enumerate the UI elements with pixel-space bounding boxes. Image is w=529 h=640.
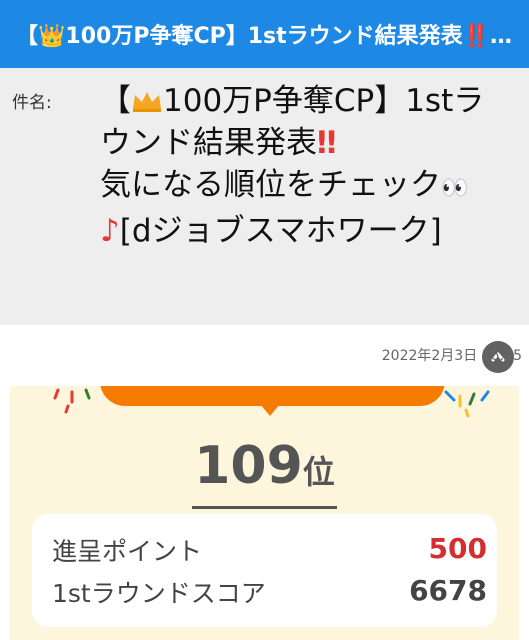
stat-row-score: 1stラウンドスコア 6678 bbox=[52, 574, 487, 610]
email-header-bar: 【👑100万P争奪CP】1stラウンド結果発表‼️気になる順位をチェック👀♪[d… bbox=[0, 0, 529, 68]
crown-icon bbox=[131, 83, 163, 119]
score-value: 6678 bbox=[409, 574, 487, 607]
subject-label: 件名: bbox=[12, 93, 52, 113]
points-label: 進呈ポイント bbox=[52, 537, 203, 566]
subject-bracket: 【 bbox=[100, 83, 131, 119]
email-date: 2022年2月3日 16:25 bbox=[381, 348, 522, 364]
exclamation-icon: ‼ bbox=[317, 125, 337, 161]
subject-part-3: [dジョブスマホワーク] bbox=[119, 213, 442, 249]
score-label: 1stラウンドスコア bbox=[52, 579, 266, 608]
stats-box: 進呈ポイント 500 1stラウンドスコア 6678 bbox=[32, 514, 497, 627]
eyes-icon: 👀 bbox=[441, 176, 469, 201]
stat-row-points: 進呈ポイント 500 bbox=[52, 532, 487, 568]
rank-display: 109位 bbox=[10, 438, 519, 509]
email-title: 【👑100万P争奪CP】1stラウンド結果発表‼️気になる順位をチェック👀♪[d… bbox=[16, 24, 516, 49]
result-banner bbox=[100, 386, 445, 406]
subject-part-2: 気になる順位をチェック bbox=[100, 167, 441, 203]
points-value: 500 bbox=[428, 532, 487, 565]
subject-panel: 件名: 【100万P争奪CP】1stラウンド結果発表‼ 気になる順位をチェック👀… bbox=[0, 68, 529, 373]
result-card: 109位 進呈ポイント 500 1stラウンドスコア 6678 bbox=[10, 386, 519, 640]
banner-pointer bbox=[260, 404, 280, 416]
music-note-icon: ♪ bbox=[100, 213, 120, 249]
firework-right-icon bbox=[444, 390, 490, 418]
firework-left-icon bbox=[53, 388, 91, 414]
subject-text: 【100万P争奪CP】1stラウンド結果発表‼ 気になる順位をチェック👀♪[dジ… bbox=[100, 80, 500, 252]
rank-unit: 位 bbox=[302, 453, 335, 491]
rank-number: 109 bbox=[194, 436, 303, 496]
